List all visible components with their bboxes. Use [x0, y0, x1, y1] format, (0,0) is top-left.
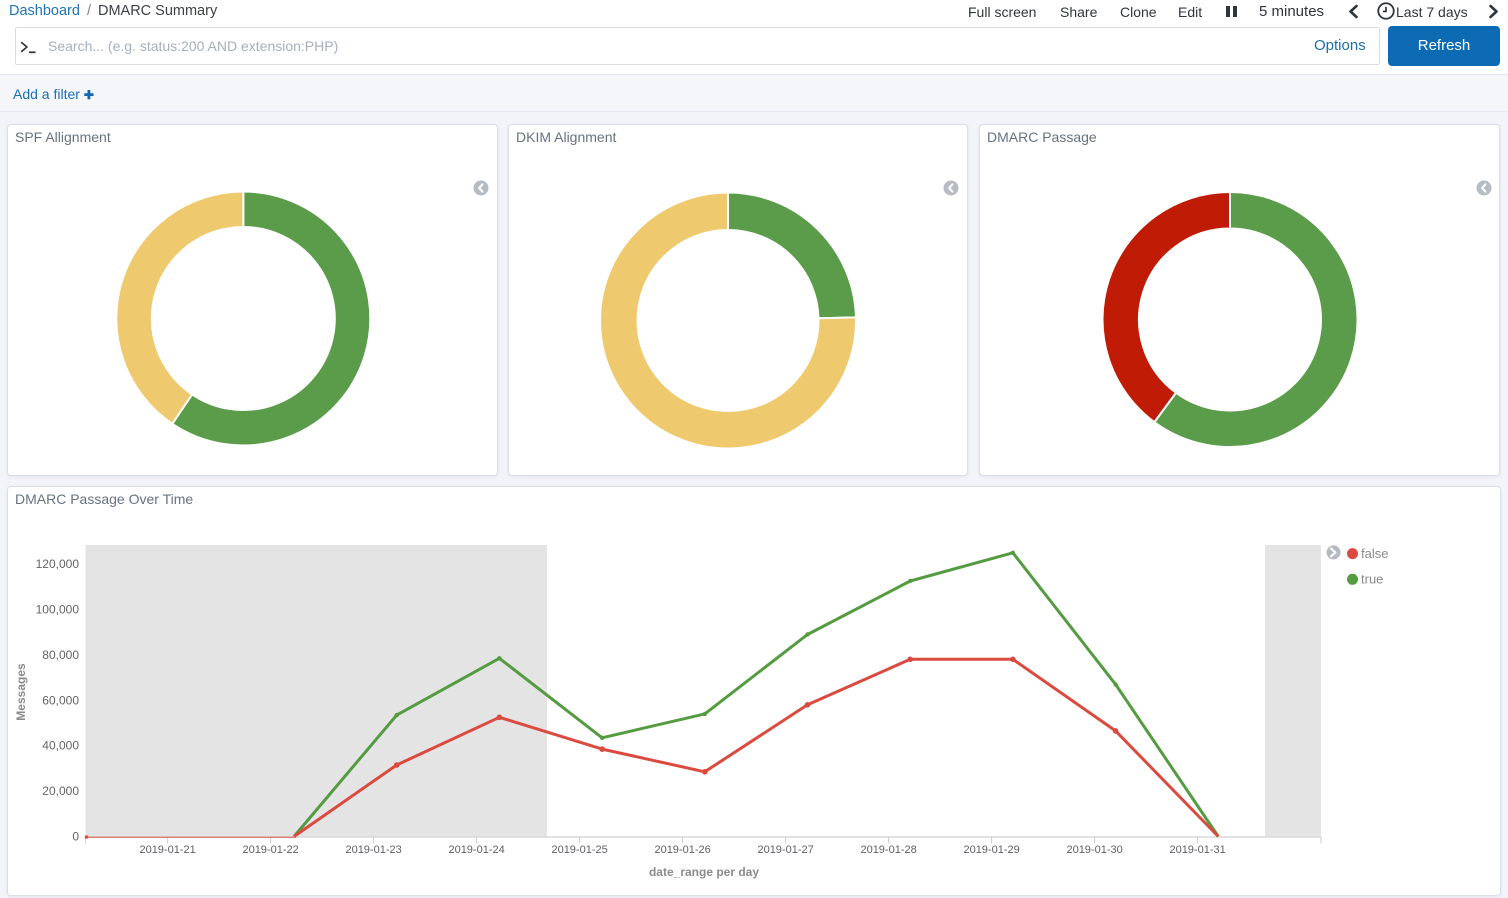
svg-text:2019-01-21: 2019-01-21 — [139, 844, 195, 856]
svg-text:2019-01-28: 2019-01-28 — [860, 844, 916, 856]
svg-text:120,000: 120,000 — [36, 557, 80, 571]
svg-text:2019-01-27: 2019-01-27 — [757, 844, 813, 856]
svg-text:20,000: 20,000 — [42, 784, 79, 798]
svg-text:true: true — [1361, 572, 1383, 587]
svg-text:2019-01-30: 2019-01-30 — [1066, 844, 1122, 856]
svg-text:2019-01-25: 2019-01-25 — [551, 844, 607, 856]
svg-text:Messages: Messages — [14, 663, 28, 721]
svg-text:60,000: 60,000 — [42, 693, 79, 707]
svg-text:0: 0 — [72, 830, 79, 844]
svg-text:2019-01-24: 2019-01-24 — [448, 844, 504, 856]
svg-text:2019-01-22: 2019-01-22 — [242, 844, 298, 856]
svg-text:40,000: 40,000 — [42, 739, 79, 753]
svg-text:100,000: 100,000 — [36, 603, 80, 617]
svg-text:2019-01-31: 2019-01-31 — [1169, 844, 1225, 856]
svg-text:80,000: 80,000 — [42, 648, 79, 662]
svg-text:2019-01-29: 2019-01-29 — [963, 844, 1019, 856]
svg-text:2019-01-23: 2019-01-23 — [345, 844, 401, 856]
svg-text:2019-01-26: 2019-01-26 — [654, 844, 710, 856]
svg-text:date_range per day: date_range per day — [649, 865, 759, 879]
svg-text:false: false — [1361, 546, 1388, 561]
